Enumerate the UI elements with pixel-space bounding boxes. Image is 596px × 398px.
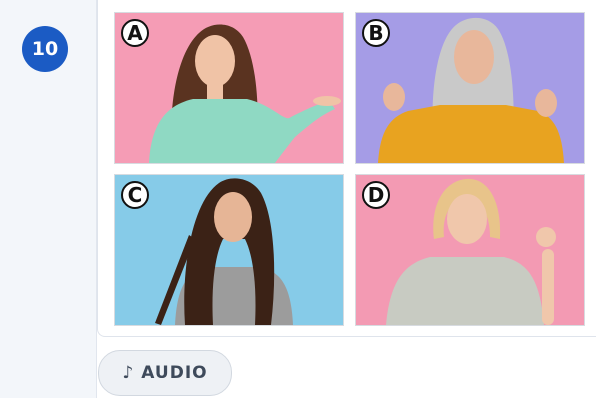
option-a-face	[195, 35, 235, 87]
option-b-letter: B	[362, 19, 390, 47]
option-a-illustration	[115, 13, 343, 163]
option-c-face	[214, 192, 252, 242]
option-d-ok-hand	[536, 227, 556, 247]
audio-button-label: AUDIO	[141, 363, 208, 383]
music-note-icon: ♪	[122, 363, 135, 383]
audio-button[interactable]: ♪ AUDIO	[98, 350, 232, 396]
option-c-letter: C	[121, 181, 149, 209]
option-a-image[interactable]: A	[114, 12, 344, 164]
option-b-fist-left	[383, 83, 405, 111]
option-d-arm	[542, 249, 554, 325]
option-b-body	[378, 105, 564, 163]
option-d-illustration	[356, 175, 584, 325]
option-a-neck	[207, 81, 223, 99]
question-number-badge: 10	[22, 26, 68, 72]
option-b-face	[454, 30, 494, 84]
option-b-fist-right	[535, 89, 557, 117]
option-d-image[interactable]: D	[355, 174, 585, 326]
option-d-letter: D	[362, 181, 390, 209]
option-c-image[interactable]: C	[114, 174, 344, 326]
option-a-hand	[313, 96, 341, 106]
option-c-illustration	[115, 175, 343, 325]
option-d-face	[447, 194, 487, 244]
option-b-illustration	[356, 13, 584, 163]
answer-options-card: A B C D	[97, 0, 596, 337]
option-d-body	[386, 257, 544, 325]
option-b-image[interactable]: B	[355, 12, 585, 164]
option-a-letter: A	[121, 19, 149, 47]
question-sidebar: 10	[0, 0, 97, 398]
